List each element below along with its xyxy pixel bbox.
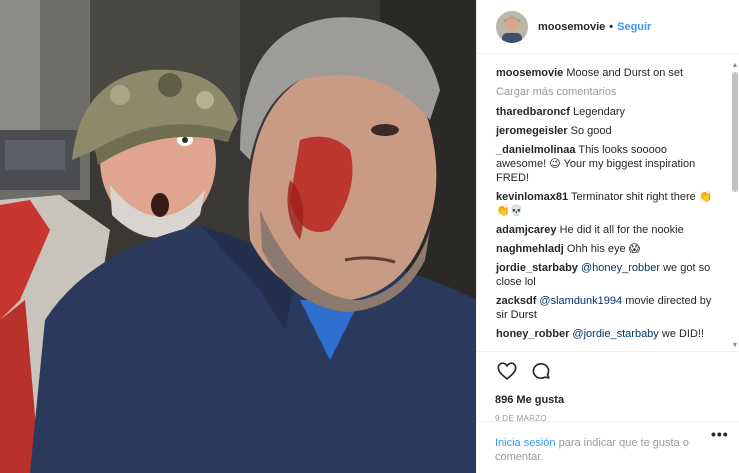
comment-item: honey_robber @jordie_starbaby we DID!! [496, 327, 714, 341]
caption-text: Moose and Durst on set [566, 67, 684, 79]
caption-username[interactable]: moosemovie [496, 67, 563, 79]
comment-mention[interactable]: @slamdunk1994 [539, 295, 622, 307]
comment-text: Ohh his eye 😱 [566, 243, 641, 255]
post-caption: moosemovie Moose and Durst on set [496, 66, 714, 80]
comment-item: _danielmolinaa This looks sooooo awesome… [496, 143, 714, 185]
comment-text: So good [570, 125, 612, 137]
comment-item: kevinlomax81 Terminator shit right there… [496, 190, 714, 218]
scroll-down-arrow-icon[interactable]: ▼ [731, 342, 739, 350]
comment-item: tharedbaroncf Legendary [496, 105, 714, 119]
follow-button[interactable]: Seguir [617, 21, 651, 33]
comment-username[interactable]: tharedbaroncf [496, 106, 570, 118]
comment-item: naghmehladj Ohh his eye 😱 [496, 242, 714, 256]
comment-item: jordie_starbaby @honey_robber we got so … [496, 261, 714, 289]
likes-count[interactable]: 896 Me gusta [495, 394, 739, 406]
photo-illustration [0, 0, 476, 473]
comment-username[interactable]: _danielmolinaa [496, 144, 575, 156]
load-more-comments-button[interactable]: Cargar más comentarios [496, 86, 714, 98]
header-separator: • [609, 20, 614, 33]
comment-item: zacksdf @slamdunk1994 movie directed by … [496, 294, 714, 322]
comment-username[interactable]: honey_robber [496, 328, 569, 340]
comment-button[interactable] [529, 359, 553, 383]
post-photo[interactable] [0, 0, 476, 473]
comment-item: adamjcarey He did it all for the nookie [496, 223, 714, 237]
post-actions: 896 Me gusta 9 DE MARZO [477, 351, 739, 423]
comment-username[interactable]: jeromegeisler [496, 125, 568, 137]
header-username[interactable]: moosemovie [538, 21, 605, 33]
login-prompt: Inicia sesión para indicar que te gusta … [477, 421, 739, 473]
avatar-image [496, 10, 528, 43]
comment-text: He did it all for the nookie [559, 224, 684, 236]
comment-item: jeromegeisler So good [496, 124, 714, 138]
comment-text: Legendary [573, 106, 626, 118]
comment-username[interactable]: naghmehladj [496, 243, 564, 255]
comment-username[interactable]: zacksdf [496, 295, 536, 307]
action-buttons-row [495, 358, 739, 384]
comment-username[interactable]: adamjcarey [496, 224, 557, 236]
comment-mention[interactable]: @jordie_starbaby [572, 328, 658, 340]
post-header: moosemovie • Seguir [477, 0, 739, 54]
comment-text: we DID!! [661, 328, 705, 340]
scrollbar-thumb[interactable] [732, 72, 738, 192]
comments-scrollbar[interactable]: ▲ ▼ [731, 62, 739, 350]
comment-mention[interactable]: @honey_robber [581, 262, 660, 274]
comment-username[interactable]: kevinlomax81 [496, 191, 568, 203]
heart-icon [497, 362, 517, 380]
login-link[interactable]: Inicia sesión [495, 437, 556, 449]
comment-bubble-icon [532, 363, 550, 379]
comment-username[interactable]: jordie_starbaby [496, 262, 578, 274]
comments-list[interactable]: moosemovie Moose and Durst on set Cargar… [477, 55, 739, 351]
more-options-icon[interactable]: ••• [711, 426, 731, 442]
like-button[interactable] [495, 359, 519, 383]
scroll-up-arrow-icon[interactable]: ▲ [731, 62, 739, 70]
avatar[interactable] [496, 10, 528, 43]
post-side-panel: moosemovie • Seguir moosemovie Moose and… [476, 0, 739, 473]
